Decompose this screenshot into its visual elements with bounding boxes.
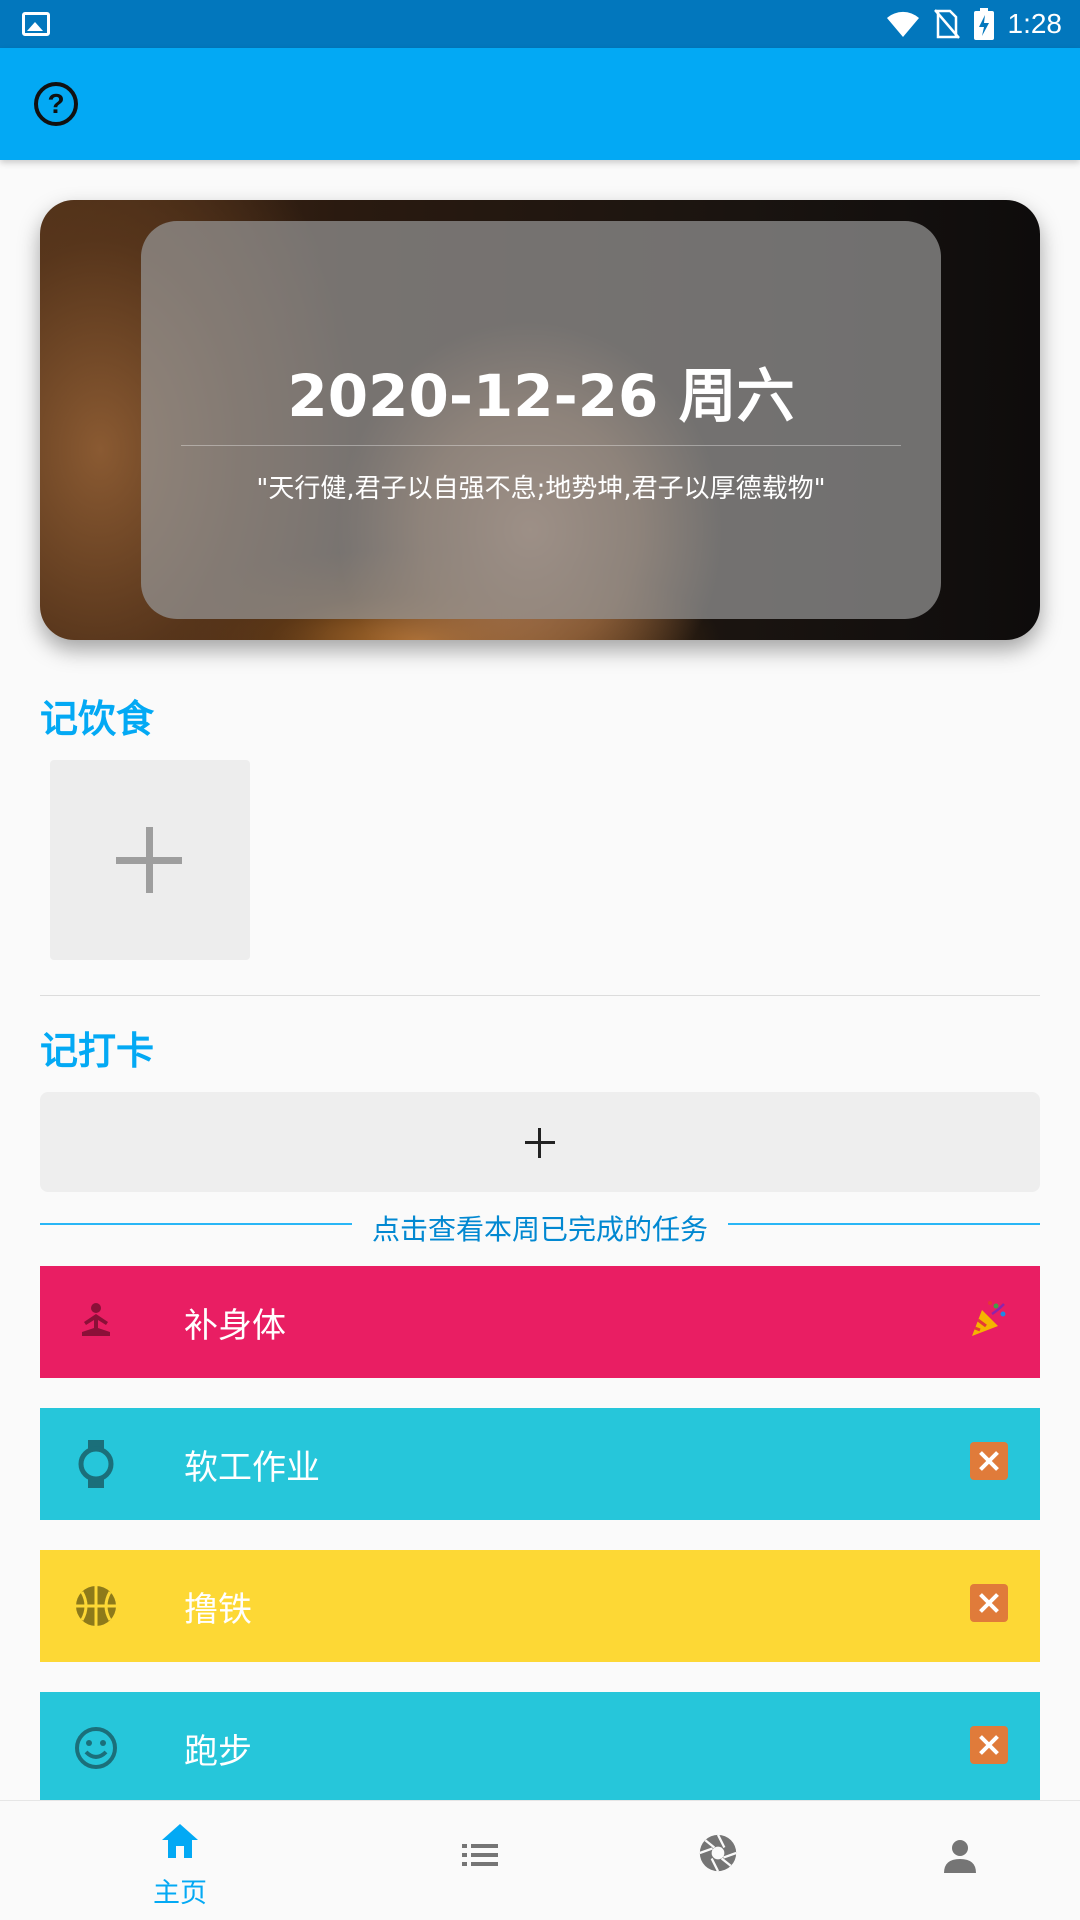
watch-icon xyxy=(70,1438,122,1490)
task-row[interactable]: 软工作业 xyxy=(40,1408,1040,1520)
meditation-icon xyxy=(70,1296,122,1348)
task-row[interactable]: 补身体 xyxy=(40,1266,1040,1378)
hero-banner: 2020-12-26 周六 "天行健,君子以自强不息;地势坤,君子以厚德载物" xyxy=(40,200,1040,640)
list-icon xyxy=(462,1844,498,1866)
task-row[interactable]: 跑步 xyxy=(40,1692,1040,1804)
nav-list[interactable] xyxy=(360,1801,630,1920)
task-name: 撸铁 xyxy=(184,1590,252,1630)
nav-home-label: 主页 xyxy=(153,1878,207,1909)
nav-home[interactable]: 主页 xyxy=(90,1801,270,1920)
party-popper-icon[interactable] xyxy=(970,1300,1008,1338)
nav-profile[interactable] xyxy=(840,1801,1080,1920)
status-bar: 1:28 xyxy=(0,0,1080,48)
task-name: 跑步 xyxy=(184,1732,252,1772)
task-row[interactable]: 撸铁 xyxy=(40,1550,1040,1662)
hero-overlay: 2020-12-26 周六 "天行健,君子以自强不息;地势坤,君子以厚德载物" xyxy=(141,221,941,619)
cross-mark-icon[interactable] xyxy=(970,1726,1008,1764)
hero-divider xyxy=(181,445,901,446)
battery-charging-icon xyxy=(973,8,994,40)
no-sim-icon xyxy=(933,9,960,39)
week-completed-text[interactable]: 点击查看本周已完成的任务 xyxy=(361,1213,718,1246)
nav-discover[interactable] xyxy=(600,1801,870,1920)
app-bar: ? xyxy=(0,48,1080,160)
image-notification-icon xyxy=(22,12,50,36)
add-checkin-button[interactable] xyxy=(40,1092,1040,1192)
diet-section-title: 记饮食 xyxy=(40,697,155,741)
home-icon xyxy=(162,1824,198,1858)
task-name: 补身体 xyxy=(184,1306,286,1346)
cross-mark-icon[interactable] xyxy=(970,1584,1008,1622)
wifi-icon xyxy=(886,11,919,38)
hero-date: 2020-12-26 周六 xyxy=(287,362,795,430)
smiley-icon xyxy=(70,1722,122,1774)
hero-quote: "天行健,君子以自强不息;地势坤,君子以厚德载物" xyxy=(256,474,826,504)
clock: 1:28 xyxy=(1007,8,1063,39)
bottom-navigation: 主页 xyxy=(0,1800,1080,1920)
add-meal-button[interactable] xyxy=(50,760,250,960)
aperture-icon xyxy=(699,1834,737,1872)
section-divider xyxy=(40,995,1040,996)
help-circle-icon[interactable]: ? xyxy=(34,82,78,126)
cross-mark-icon[interactable] xyxy=(970,1442,1008,1480)
week-completed-link[interactable]: 点击查看本周已完成的任务 xyxy=(40,1206,1040,1246)
checkin-section-title: 记打卡 xyxy=(40,1029,155,1073)
basketball-icon xyxy=(70,1580,122,1632)
task-name: 软工作业 xyxy=(184,1448,320,1488)
person-icon xyxy=(944,1840,976,1873)
